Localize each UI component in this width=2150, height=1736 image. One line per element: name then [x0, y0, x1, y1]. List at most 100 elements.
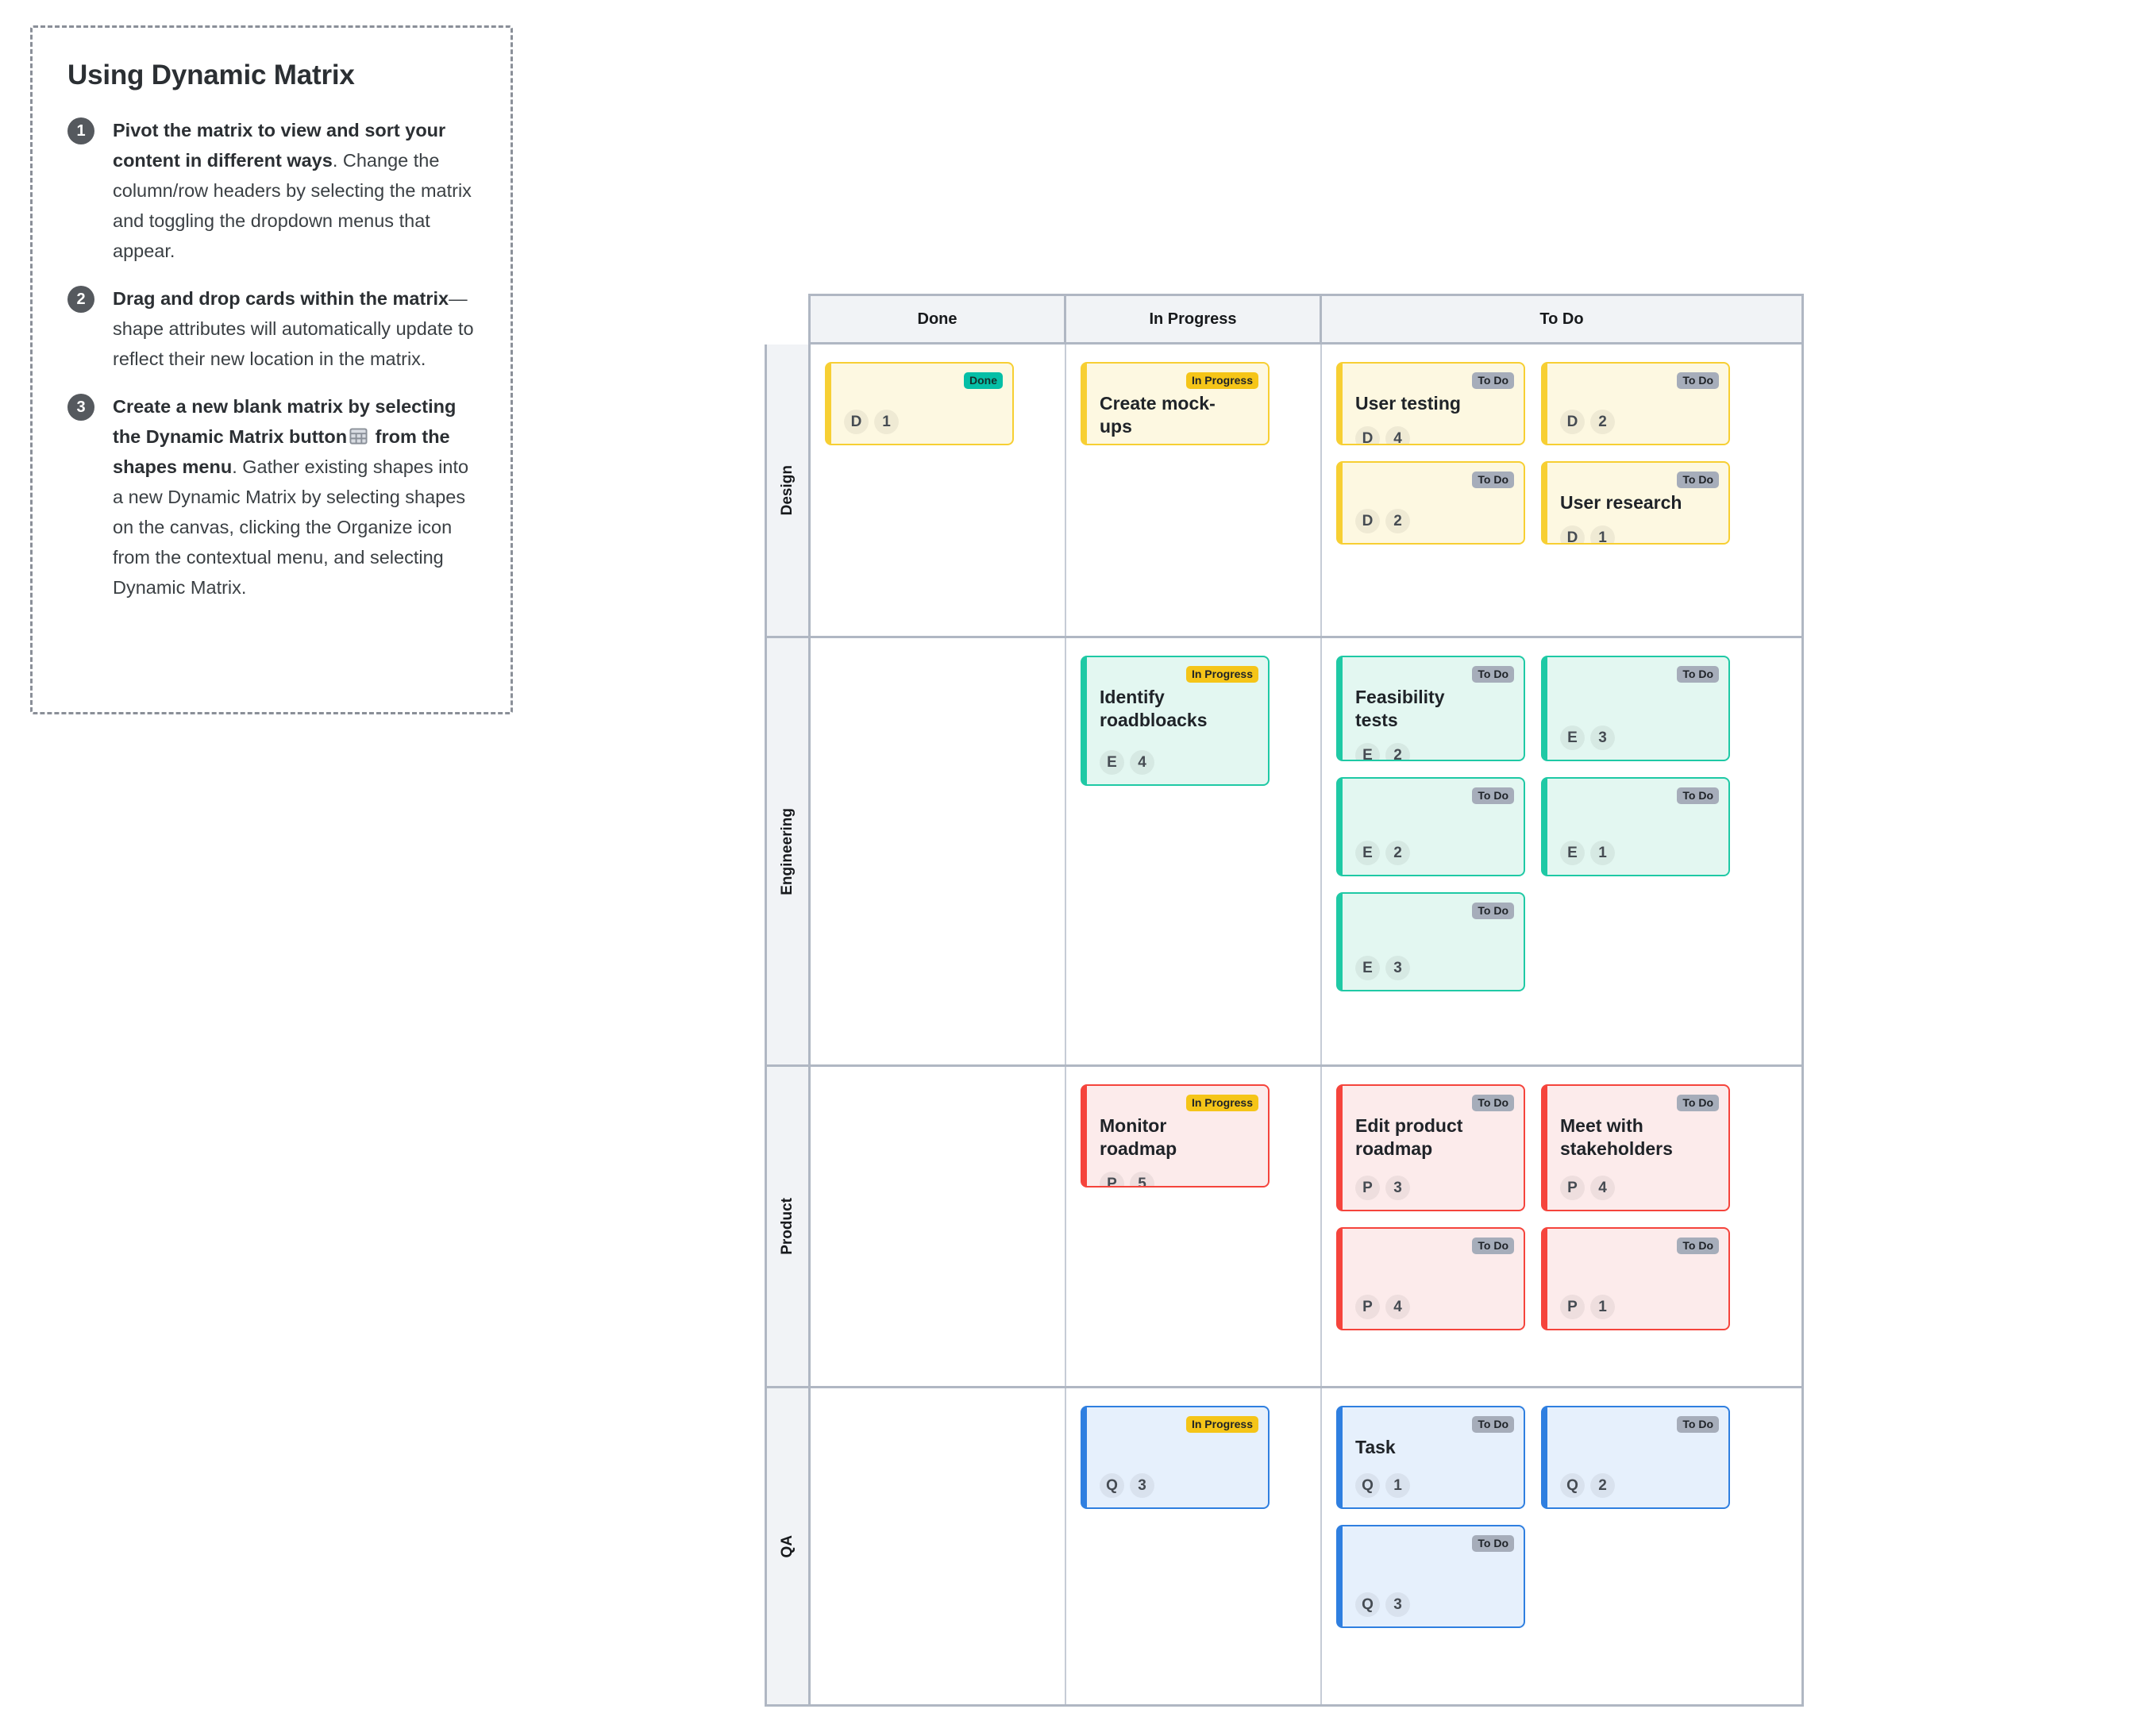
- column-header-to-do[interactable]: To Do: [1322, 296, 1801, 342]
- task-card[interactable]: In Progress Create mock-upsD1: [1081, 362, 1270, 445]
- task-card[interactable]: To Do User research D 1: [1541, 461, 1730, 545]
- card-footer: D1: [1560, 514, 1716, 543]
- step-number-badge: 1: [67, 117, 94, 144]
- matrix-grid-icon: [349, 428, 368, 445]
- task-card[interactable]: To Do E 3: [1336, 892, 1525, 991]
- matrix-body: Design Engineering Product QA Done D 1 In Prog…: [765, 345, 1804, 1707]
- canvas: Using Dynamic Matrix 1 Pivot the matrix t…: [0, 0, 2150, 1736]
- status-badge: To Do: [1677, 1416, 1719, 1433]
- matrix-cell[interactable]: To Do Feasibility tests E 2 To Do E 3 To Do E 2 To…: [1322, 638, 1801, 1064]
- matrix-cell[interactable]: [811, 1388, 1066, 1704]
- matrix-row: In Progress Monitor roadmap P 5 To Do Edit pr…: [811, 1067, 1801, 1388]
- card-footer: Q2: [1560, 1462, 1716, 1498]
- task-card[interactable]: To Do Q 2: [1541, 1406, 1730, 1509]
- card-stack: To Do Feasibility tests E 2 To Do E 3 To Do E 2 To…: [1336, 656, 1787, 991]
- task-card[interactable]: To Do Feasibility tests E 2: [1336, 656, 1525, 761]
- card-team-chip: P: [1100, 1172, 1124, 1186]
- card-team-chip: E: [1560, 841, 1585, 865]
- matrix-cell[interactable]: Done D 1: [811, 345, 1066, 636]
- matrix-cell[interactable]: In Progress Create mock-upsD1: [1066, 345, 1322, 636]
- matrix-column-headers[interactable]: Done In Progress To Do: [808, 294, 1804, 345]
- status-badge: To Do: [1472, 666, 1514, 683]
- card-team-chip: D: [844, 410, 869, 434]
- row-header-qa[interactable]: QA: [767, 1388, 808, 1704]
- row-header-label: Design: [779, 464, 796, 516]
- card-footer: D2: [1560, 398, 1716, 434]
- card-points-chip: 5: [1130, 1172, 1154, 1186]
- task-card[interactable]: To Do Edit product roadmap P 3: [1336, 1084, 1525, 1211]
- status-badge: In Progress: [1185, 372, 1258, 389]
- card-team-chip: D: [1560, 410, 1585, 434]
- row-header-engineering[interactable]: Engineering: [767, 638, 808, 1067]
- matrix-cell[interactable]: In Progress Q 3: [1066, 1388, 1322, 1704]
- matrix-grid: DoneD1In ProgressCreate mock-upsD1To DoU…: [811, 345, 1801, 1704]
- card-team-chip: P: [1560, 1295, 1585, 1319]
- card-stack: To Do Task Q 1 To Do Q 2 To Do Q 3: [1336, 1406, 1787, 1628]
- row-header-product[interactable]: Product: [767, 1067, 808, 1388]
- card-points-chip: 3: [1385, 956, 1410, 980]
- matrix-cell[interactable]: [811, 638, 1066, 1064]
- card-footer: E2: [1355, 830, 1511, 865]
- task-card[interactable]: To Do P 4: [1336, 1227, 1525, 1330]
- task-card[interactable]: In Progress Q 3: [1081, 1406, 1270, 1509]
- card-stack: To Do Edit product roadmap P 3 To Do Meet wit…: [1336, 1084, 1787, 1330]
- card-team-chip: E: [1100, 750, 1124, 775]
- status-badge: In Progress: [1185, 1416, 1258, 1433]
- status-badge: Done: [964, 372, 1003, 389]
- card-points-chip: 2: [1385, 509, 1410, 533]
- card-footer: E1: [1560, 830, 1716, 865]
- card-points-chip: 3: [1385, 1176, 1410, 1200]
- matrix-cell[interactable]: In Progress Identify roadbloacks E 4: [1066, 638, 1322, 1064]
- step-text: Pivot the matrix to view and sort your c…: [113, 120, 472, 261]
- status-badge: To Do: [1472, 903, 1514, 919]
- card-title: User research: [1560, 492, 1682, 513]
- column-header-in-progress[interactable]: In Progress: [1066, 296, 1322, 342]
- card-points-chip: 4: [1590, 1176, 1615, 1200]
- card-footer: Q1: [1355, 1462, 1511, 1498]
- card-points-chip: 1: [1590, 841, 1615, 865]
- card-points-chip: 2: [1385, 841, 1410, 865]
- card-stack: In Progress Identify roadbloacks E 4: [1081, 656, 1306, 786]
- task-card[interactable]: To Do Meet with stakeholders P 4: [1541, 1084, 1730, 1211]
- task-card[interactable]: Done D 1: [825, 362, 1014, 445]
- task-card[interactable]: To Do P 1: [1541, 1227, 1730, 1330]
- matrix-cell[interactable]: To Do Edit product roadmap P 3 To Do Meet wit…: [1322, 1067, 1801, 1386]
- card-title: Identify roadbloacks: [1100, 687, 1208, 730]
- card-stack: In Progress Create mock-upsD1: [1081, 362, 1306, 445]
- task-card[interactable]: To Do Task Q 1: [1336, 1406, 1525, 1509]
- matrix-row-headers[interactable]: Design Engineering Product QA: [767, 345, 811, 1704]
- instruction-step: 3 Create a new blank matrix by selecting …: [67, 391, 476, 602]
- card-stack: To Do User testing D 4 To Do D 2 To Do D 2 To Do Us…: [1336, 362, 1787, 545]
- status-badge: In Progress: [1185, 1095, 1258, 1111]
- card-footer: E2: [1355, 732, 1511, 760]
- status-badge: To Do: [1677, 787, 1719, 804]
- task-card[interactable]: To Do Q 3: [1336, 1525, 1525, 1628]
- card-footer: D2: [1355, 498, 1511, 533]
- task-card[interactable]: In Progress Monitor roadmap P 5: [1081, 1084, 1270, 1187]
- card-footer: Q3: [1355, 1581, 1511, 1617]
- card-footer: P3: [1355, 1164, 1511, 1200]
- task-card[interactable]: In Progress Identify roadbloacks E 4: [1081, 656, 1270, 786]
- card-points-chip: 4: [1385, 426, 1410, 444]
- step-text: Create a new blank matrix by selecting t…: [113, 396, 469, 598]
- matrix-cell[interactable]: To Do Task Q 1 To Do Q 2 To Do Q 3: [1322, 1388, 1801, 1704]
- matrix-cell[interactable]: In Progress Monitor roadmap P 5: [1066, 1067, 1322, 1386]
- task-card[interactable]: To Do E 3: [1541, 656, 1730, 761]
- card-points-chip: 3: [1385, 1592, 1410, 1617]
- task-card[interactable]: To Do D 2: [1336, 461, 1525, 545]
- row-header-design[interactable]: Design: [767, 345, 808, 638]
- card-team-chip: E: [1560, 726, 1585, 750]
- card-footer: D4: [1355, 415, 1511, 444]
- status-badge: To Do: [1472, 1416, 1514, 1433]
- card-footer: E3: [1560, 714, 1716, 750]
- matrix-cell[interactable]: To Do User testing D 4 To Do D 2 To Do D 2 To Do Us…: [1322, 345, 1801, 636]
- card-team-chip: E: [1355, 956, 1380, 980]
- task-card[interactable]: To Do E 2: [1336, 777, 1525, 876]
- task-card[interactable]: To Do E 1: [1541, 777, 1730, 876]
- matrix-cell[interactable]: [811, 1067, 1066, 1386]
- task-card[interactable]: To Do D 2: [1541, 362, 1730, 445]
- card-team-chip: P: [1355, 1176, 1380, 1200]
- task-card[interactable]: To Do User testing D 4: [1336, 362, 1525, 445]
- column-header-done[interactable]: Done: [811, 296, 1066, 342]
- status-badge: To Do: [1677, 666, 1719, 683]
